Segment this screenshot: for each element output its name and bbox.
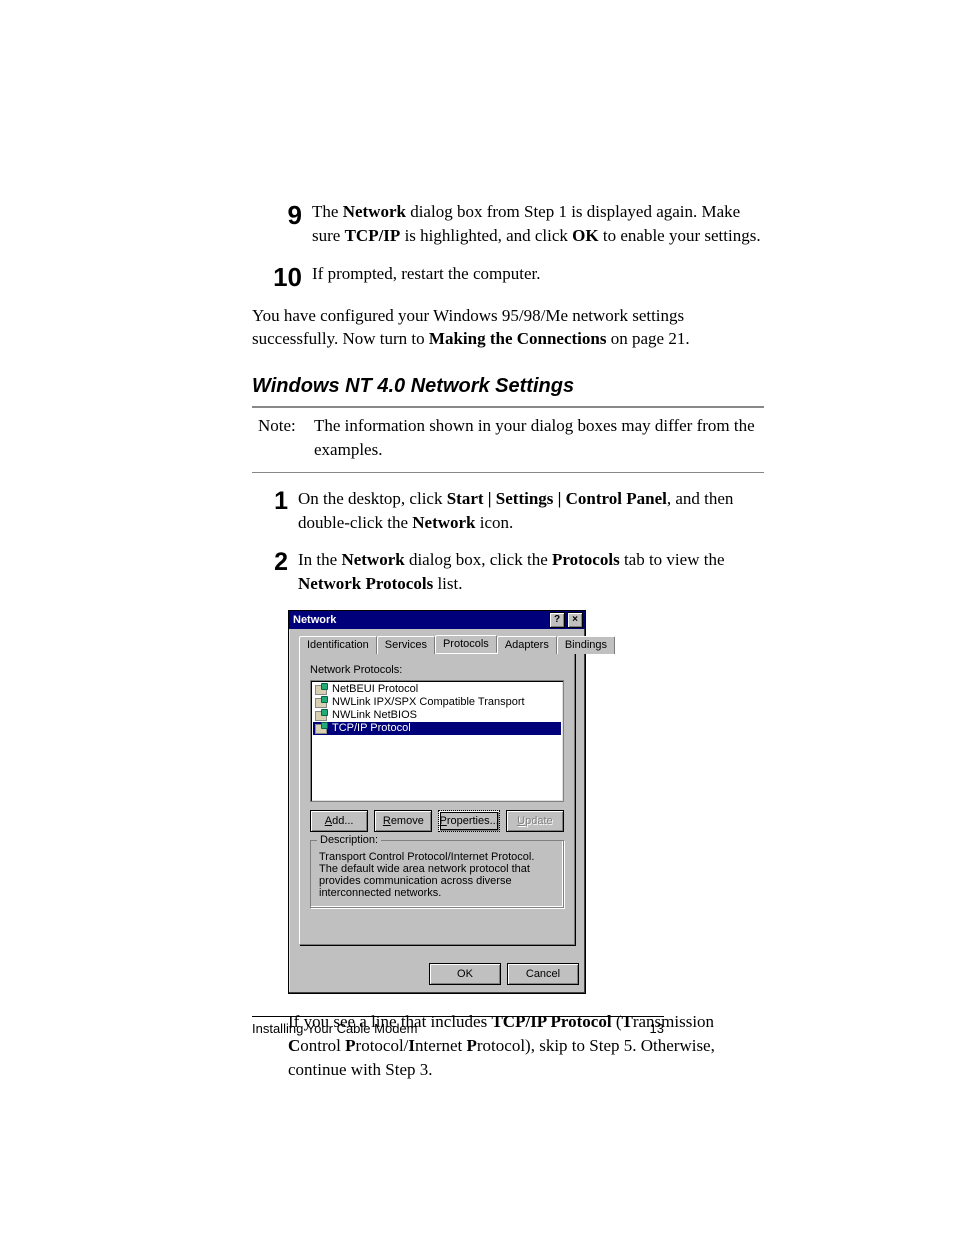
step-number: 2 <box>252 548 298 575</box>
tab-identification[interactable]: Identification <box>299 636 377 654</box>
step-text: The Network dialog box from Step 1 is di… <box>312 200 764 248</box>
protocol-icon <box>315 722 329 734</box>
step-text: On the desktop, click Start | Settings |… <box>298 487 764 535</box>
protocol-icon <box>315 709 329 721</box>
tab-adapters[interactable]: Adapters <box>497 636 557 654</box>
note-body: The information shown in your dialog box… <box>314 414 758 462</box>
dialog-titlebar: Network ? × <box>289 611 585 629</box>
step-row: 1On the desktop, click Start | Settings … <box>252 487 764 535</box>
description-label: Description: <box>317 834 381 846</box>
page-footer: Installing Your Cable Modem 13 <box>252 1016 664 1036</box>
help-icon[interactable]: ? <box>549 612 565 628</box>
cancel-button[interactable]: Cancel <box>507 963 579 985</box>
network-dialog: Network ? × IdentificationServicesProtoc… <box>288 610 586 994</box>
section-heading: Windows NT 4.0 Network Settings <box>252 375 764 398</box>
manual-page: 9The Network dialog box from Step 1 is d… <box>0 0 954 1235</box>
properties-button[interactable]: Properties... <box>438 810 499 832</box>
step-row: 2In the Network dialog box, click the Pr… <box>252 548 764 596</box>
remove-button[interactable]: Remove <box>374 810 432 832</box>
list-item-label: NWLink NetBIOS <box>332 709 417 722</box>
post-steps-paragraph: You have configured your Windows 95/98/M… <box>252 304 764 352</box>
description-group: Description: Transport Control Protocol/… <box>310 840 564 908</box>
tab-page-protocols: Network Protocols: NetBEUI ProtocolNWLin… <box>299 653 575 945</box>
protocols-listbox[interactable]: NetBEUI ProtocolNWLink IPX/SPX Compatibl… <box>310 680 564 802</box>
list-item[interactable]: NetBEUI Protocol <box>313 683 561 696</box>
list-item[interactable]: NWLink NetBIOS <box>313 709 561 722</box>
step-text: If prompted, restart the computer. <box>312 262 764 286</box>
step-text: In the Network dialog box, click the Pro… <box>298 548 764 596</box>
close-icon[interactable]: × <box>567 612 583 628</box>
note-label: Note: <box>258 414 314 462</box>
dialog-title: Network <box>293 614 547 626</box>
protocol-icon <box>315 683 329 695</box>
description-text: Transport Control Protocol/Internet Prot… <box>319 851 555 899</box>
tab-services[interactable]: Services <box>377 636 435 654</box>
tab-bindings[interactable]: Bindings <box>557 636 615 654</box>
list-item-label: NetBEUI Protocol <box>332 683 418 696</box>
protocol-icon <box>315 696 329 708</box>
step-row: 9The Network dialog box from Step 1 is d… <box>252 200 764 248</box>
step-number: 9 <box>252 200 312 228</box>
list-item[interactable]: TCP/IP Protocol <box>313 722 561 735</box>
tab-protocols[interactable]: Protocols <box>435 635 497 653</box>
ok-button[interactable]: OK <box>429 963 501 985</box>
add-button[interactable]: Add... <box>310 810 368 832</box>
list-item-label: NWLink IPX/SPX Compatible Transport <box>332 696 525 709</box>
footer-left: Installing Your Cable Modem <box>252 1021 650 1036</box>
update-button: Update <box>506 810 564 832</box>
footer-page-number: 13 <box>650 1021 664 1036</box>
note-box: Note: The information shown in your dial… <box>252 406 764 473</box>
protocols-list-label: Network Protocols: <box>310 664 564 676</box>
step-row: 10If prompted, restart the computer. <box>252 262 764 290</box>
list-item-label: TCP/IP Protocol <box>332 722 411 735</box>
step-number: 1 <box>252 487 298 514</box>
list-item[interactable]: NWLink IPX/SPX Compatible Transport <box>313 696 561 709</box>
step-number: 10 <box>252 262 312 290</box>
